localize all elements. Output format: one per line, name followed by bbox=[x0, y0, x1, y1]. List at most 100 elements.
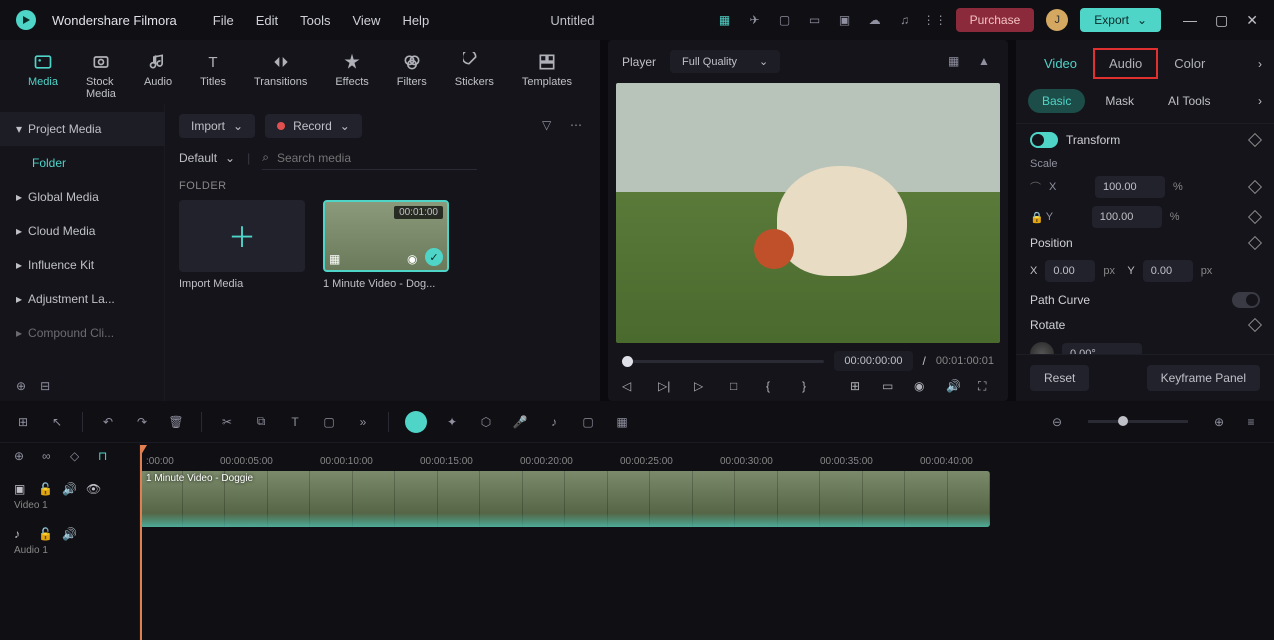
apps-icon[interactable]: ⊞ bbox=[14, 413, 32, 431]
scale-y-input[interactable] bbox=[1092, 206, 1162, 228]
sidebar-folder[interactable]: Folder bbox=[0, 146, 165, 180]
more-icon[interactable]: ⋯ bbox=[570, 118, 586, 134]
ai-icon[interactable] bbox=[405, 411, 427, 433]
timeline-tracks[interactable]: :00:00 00:00:05:00 00:00:10:00 00:00:15:… bbox=[140, 443, 1274, 640]
headphones-icon[interactable]: ♫ bbox=[896, 11, 914, 29]
menu-file[interactable]: File bbox=[213, 13, 234, 28]
marker-icon[interactable]: ◇ bbox=[70, 449, 86, 465]
pos-x-input[interactable] bbox=[1045, 260, 1095, 282]
sparkle-icon[interactable]: ✦ bbox=[443, 413, 461, 431]
image-icon[interactable]: ▲ bbox=[978, 54, 994, 70]
split-icon[interactable]: ✂ bbox=[218, 413, 236, 431]
delete-icon[interactable]: 🗑 bbox=[167, 413, 185, 431]
maximize-button[interactable]: ▢ bbox=[1215, 12, 1228, 29]
seek-knob[interactable] bbox=[622, 356, 633, 367]
lock-icon[interactable]: 🔒 bbox=[1030, 211, 1044, 224]
tab-media[interactable]: Media bbox=[14, 48, 72, 104]
media-clip-tile[interactable]: 00:01:00 ▦ ◉ ✓ 1 Minute Video - Dog... bbox=[323, 200, 449, 290]
keyframe-diamond-icon[interactable] bbox=[1248, 210, 1262, 224]
redo-icon[interactable]: ↷ bbox=[133, 413, 151, 431]
grid-view-icon[interactable]: ▦ bbox=[948, 54, 964, 70]
import-button[interactable]: Import⌄ bbox=[179, 114, 255, 138]
video-track[interactable]: 1 Minute Video - Doggie bbox=[140, 471, 1274, 531]
sidebar-cloud-media[interactable]: ▸Cloud Media bbox=[0, 214, 165, 248]
menu-tools[interactable]: Tools bbox=[300, 13, 330, 28]
sidebar-adjustment-layer[interactable]: ▸Adjustment La... bbox=[0, 282, 165, 316]
record-button[interactable]: Record⌄ bbox=[265, 114, 362, 138]
layout2-icon[interactable]: ▭ bbox=[806, 11, 824, 29]
pos-y-input[interactable] bbox=[1143, 260, 1193, 282]
grid-icon[interactable]: ⊞ bbox=[850, 379, 866, 395]
prop-tab-color[interactable]: Color bbox=[1158, 48, 1221, 79]
zoom-out-icon[interactable]: ⊖ bbox=[1048, 413, 1066, 431]
preview-viewport[interactable] bbox=[616, 83, 1000, 343]
menu-view[interactable]: View bbox=[352, 13, 380, 28]
subtab-mask[interactable]: Mask bbox=[1091, 89, 1148, 113]
menu-help[interactable]: Help bbox=[402, 13, 429, 28]
user-avatar[interactable]: J bbox=[1046, 9, 1068, 31]
subtab-ai-tools[interactable]: AI Tools bbox=[1154, 89, 1224, 113]
purchase-button[interactable]: Purchase bbox=[956, 8, 1035, 32]
prop-tab-video[interactable]: Video bbox=[1028, 48, 1093, 79]
filter-icon[interactable]: ▽ bbox=[542, 118, 558, 134]
time-ruler[interactable]: :00:00 00:00:05:00 00:00:10:00 00:00:15:… bbox=[140, 443, 1274, 471]
scale-x-input[interactable] bbox=[1095, 176, 1165, 198]
mute-icon[interactable]: 🔊 bbox=[62, 482, 76, 496]
cloud-icon[interactable]: ☁ bbox=[866, 11, 884, 29]
zoom-knob[interactable] bbox=[1118, 416, 1128, 426]
keyframe-diamond-icon[interactable] bbox=[1248, 236, 1262, 250]
tab-titles[interactable]: TTitles bbox=[186, 48, 240, 104]
tab-audio[interactable]: Audio bbox=[130, 48, 186, 104]
mic-icon[interactable]: 🎤 bbox=[511, 413, 529, 431]
sort-default[interactable]: Default⌄ bbox=[179, 147, 235, 169]
chevron-right-icon[interactable]: › bbox=[1258, 94, 1262, 108]
keyframe-diamond-icon[interactable] bbox=[1248, 318, 1262, 332]
path-curve-toggle[interactable] bbox=[1232, 292, 1260, 308]
sidebar-influence-kit[interactable]: ▸Influence Kit bbox=[0, 248, 165, 282]
crop-icon[interactable]: ⧉ bbox=[252, 413, 270, 431]
menu-edit[interactable]: Edit bbox=[256, 13, 278, 28]
tab-templates[interactable]: Templates bbox=[508, 48, 586, 104]
prop-tab-audio[interactable]: Audio bbox=[1093, 48, 1158, 79]
tab-filters[interactable]: Filters bbox=[383, 48, 441, 104]
folder-add-icon[interactable]: ⊟ bbox=[40, 379, 50, 393]
zoom-in-icon[interactable]: ⊕ bbox=[1210, 413, 1228, 431]
layout1-icon[interactable]: ▢ bbox=[776, 11, 794, 29]
import-media-tile[interactable]: ＋ Import Media bbox=[179, 200, 305, 290]
seek-bar[interactable] bbox=[622, 360, 824, 363]
copy-icon[interactable]: ▢ bbox=[320, 413, 338, 431]
view-list-icon[interactable]: ≡ bbox=[1242, 413, 1260, 431]
music-note-icon[interactable]: ♪ bbox=[545, 413, 563, 431]
tab-effects[interactable]: Effects bbox=[321, 48, 382, 104]
save-icon[interactable]: ▣ bbox=[836, 11, 854, 29]
close-button[interactable]: ✕ bbox=[1246, 12, 1258, 29]
minimize-button[interactable]: — bbox=[1183, 12, 1197, 29]
stop-icon[interactable]: □ bbox=[730, 379, 746, 395]
notification-icon[interactable]: ⋮⋮ bbox=[926, 11, 944, 29]
zoom-slider[interactable] bbox=[1088, 420, 1188, 423]
chevron-right-icon[interactable]: › bbox=[1258, 57, 1262, 71]
more-tools-icon[interactable]: » bbox=[354, 413, 372, 431]
keyframe-diamond-icon[interactable] bbox=[1248, 180, 1262, 194]
prev-frame-icon[interactable]: ◁ bbox=[622, 379, 638, 395]
tab-stock-media[interactable]: Stock Media bbox=[72, 48, 130, 104]
add-track-icon[interactable]: ⊕ bbox=[14, 449, 30, 465]
lock-icon[interactable]: 🔓 bbox=[38, 527, 52, 541]
text-icon[interactable]: T bbox=[286, 413, 304, 431]
reset-button[interactable]: Reset bbox=[1030, 365, 1089, 391]
sidebar-project-media[interactable]: ▾Project Media bbox=[0, 112, 165, 146]
sidebar-global-media[interactable]: ▸Global Media bbox=[0, 180, 165, 214]
subtab-basic[interactable]: Basic bbox=[1028, 89, 1085, 113]
quality-select[interactable]: Full Quality⌄ bbox=[670, 50, 780, 73]
link-track-icon[interactable]: ∞ bbox=[42, 449, 58, 465]
export-button[interactable]: Export⌄ bbox=[1080, 8, 1161, 32]
sidebar-compound-clip[interactable]: ▸Compound Cli... bbox=[0, 316, 165, 350]
video-clip[interactable]: 1 Minute Video - Doggie bbox=[140, 471, 990, 527]
tab-stickers[interactable]: Stickers bbox=[441, 48, 508, 104]
crop2-icon[interactable]: ▢ bbox=[579, 413, 597, 431]
step-back-icon[interactable]: ▷| bbox=[658, 379, 674, 395]
playhead[interactable] bbox=[140, 445, 142, 640]
fullscreen-icon[interactable]: ⛶ bbox=[978, 379, 994, 395]
mark-in-icon[interactable]: { bbox=[766, 379, 782, 395]
shield-icon[interactable]: ⬡ bbox=[477, 413, 495, 431]
